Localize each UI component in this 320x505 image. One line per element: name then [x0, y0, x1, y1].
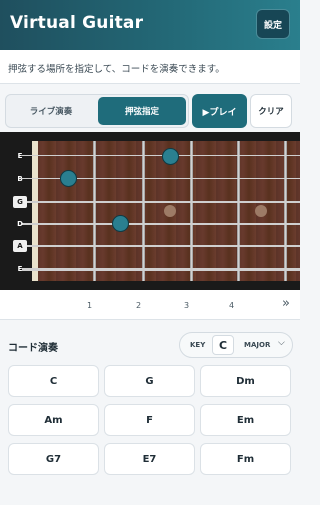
scale-mode-select[interactable]: MAJOR [244, 341, 270, 349]
fret-inlay [255, 205, 267, 217]
key-value[interactable]: C [212, 335, 234, 355]
clear-button[interactable]: クリア [250, 94, 292, 128]
chord-button-am[interactable]: Am [8, 404, 99, 436]
string-label-e-high: E [17, 152, 23, 160]
fret-inlay [164, 205, 176, 217]
chord-button-dm[interactable]: Dm [200, 365, 291, 397]
fret-wire [237, 141, 240, 281]
chord-button-g7[interactable]: G7 [8, 443, 99, 475]
app-header: Virtual Guitar 設定 [0, 0, 300, 50]
guitar-string[interactable] [22, 245, 300, 248]
double-chevron-right-icon[interactable]: » [282, 296, 290, 311]
guitar-string[interactable] [22, 268, 300, 271]
finger-position-dot[interactable] [60, 170, 77, 187]
fret-number: 2 [136, 301, 142, 310]
fret-wire [284, 141, 287, 281]
chord-button-c[interactable]: C [8, 365, 99, 397]
chord-button-e7[interactable]: E7 [104, 443, 195, 475]
fretboard[interactable]: E B G D A E [0, 132, 300, 290]
mode-toggle-group: ライブ演奏 押弦指定 [5, 94, 189, 128]
chevron-down-icon[interactable]: ⌵ [278, 338, 285, 348]
fret-number: 1 [87, 301, 93, 310]
app-title: Virtual Guitar [10, 13, 144, 33]
fret-wire [190, 141, 193, 281]
guitar-string[interactable] [22, 223, 300, 225]
guitar-string[interactable] [22, 155, 300, 156]
key-label: KEY [190, 341, 206, 349]
string-label-d: D [17, 220, 23, 228]
live-mode-tab[interactable]: ライブ演奏 [8, 97, 94, 125]
guitar-nut [32, 141, 38, 281]
chord-section-title: コード演奏 [8, 343, 58, 354]
string-label-e-low: E [17, 265, 23, 273]
fret-mode-tab[interactable]: 押弦指定 [98, 97, 186, 125]
settings-button[interactable]: 設定 [256, 9, 290, 39]
mode-toolbar: ライブ演奏 押弦指定 ▶プレイ クリア [0, 84, 300, 132]
string-label-b: B [17, 175, 23, 183]
fret-number-bar: 1 2 3 4 » [0, 290, 300, 320]
instruction-text: 押弦する場所を指定して、コードを演奏できます。 [0, 50, 300, 84]
finger-position-dot[interactable] [112, 215, 129, 232]
guitar-string[interactable] [22, 201, 300, 203]
fret-number: 3 [184, 301, 190, 310]
play-button[interactable]: ▶プレイ [192, 94, 247, 128]
fret-number: 4 [229, 301, 235, 310]
fret-wire [93, 141, 96, 281]
string-label-a: A [13, 240, 27, 252]
finger-position-dot[interactable] [162, 148, 179, 165]
chord-button-em[interactable]: Em [200, 404, 291, 436]
chord-button-f[interactable]: F [104, 404, 195, 436]
chord-panel: コード演奏 KEY C MAJOR ⌵ C G Dm Am F Em G7 E7… [0, 321, 300, 505]
fret-wire [142, 141, 145, 281]
chord-button-fm[interactable]: Fm [200, 443, 291, 475]
string-label-g: G [13, 196, 27, 208]
key-selector[interactable]: KEY C MAJOR ⌵ [179, 332, 293, 358]
chord-button-g[interactable]: G [104, 365, 195, 397]
